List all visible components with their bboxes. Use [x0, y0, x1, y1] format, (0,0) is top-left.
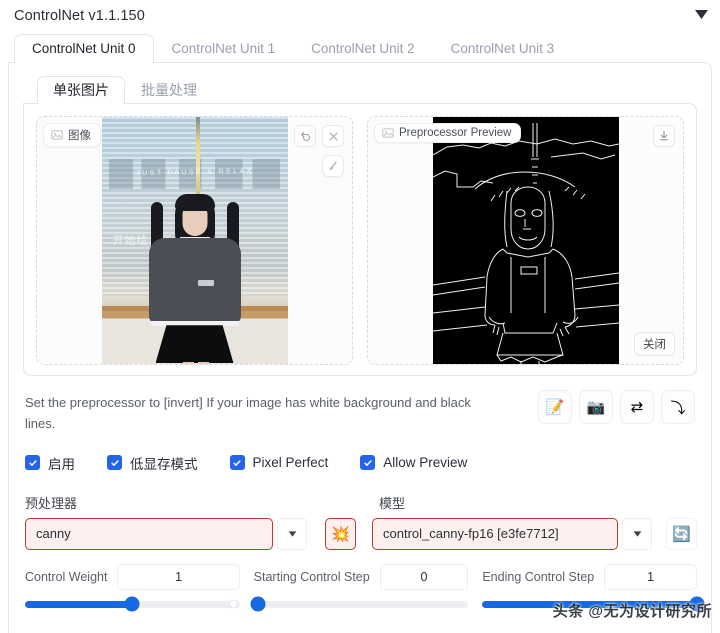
camera-icon[interactable]: 📷 [579, 390, 613, 424]
image-icon [382, 128, 394, 138]
slider-control-weight-track[interactable] [25, 596, 240, 612]
unit-content-card: 单张图片 批量处理 图像 JUST PAUSE & RELAX 开始绘会所 Pr… [8, 62, 712, 633]
preprocessor-dropdown-chevron-down-icon[interactable] [277, 517, 307, 550]
preprocessor-select[interactable]: canny [25, 517, 273, 550]
tab-controlnet-unit-2[interactable]: ControlNet Unit 2 [293, 34, 433, 64]
controlnet-panel: ControlNet v1.1.150 ControlNet Unit 0 Co… [0, 0, 720, 633]
slider-ending-control-step-label: Ending Control Step [482, 569, 595, 584]
brush-icon[interactable] [322, 155, 344, 177]
image-panel: 图像 JUST PAUSE & RELAX 开始绘会所 Preprocessor… [23, 103, 697, 376]
preprocessor-label: 预处理器 [25, 495, 78, 511]
helper-row: Set the preprocessor to [invert] If your… [23, 390, 697, 435]
input-photo: JUST PAUSE & RELAX 开始绘会所 [101, 117, 288, 364]
options-checkbox-row: 启用 低显存模式 Pixel Perfect Allow Preview [23, 453, 697, 473]
explosion-icon[interactable]: 💥 [325, 517, 356, 550]
model-dropdown-chevron-down-icon[interactable] [622, 517, 652, 550]
close-icon[interactable] [322, 125, 344, 147]
tab-single-image[interactable]: 单张图片 [37, 76, 125, 104]
model-select[interactable]: control_canny-fp16 [e3fe7712] [372, 517, 618, 550]
checkbox-pixel-perfect-label: Pixel Perfect [252, 455, 329, 471]
tab-controlnet-unit-0[interactable]: ControlNet Unit 0 [14, 33, 154, 63]
slider-starting-control-step-value[interactable]: 0 [379, 563, 469, 590]
preview-badge: Preprocessor Preview [374, 123, 522, 143]
close-preview-button[interactable]: 关闭 [634, 332, 675, 356]
preview-badge-label: Preprocessor Preview [399, 127, 512, 139]
tab-controlnet-unit-3[interactable]: ControlNet Unit 3 [433, 34, 573, 64]
preprocessor-preview-box[interactable]: Preprocessor Preview 关闭 [367, 116, 684, 365]
slider-starting-control-step-label: Starting Control Step [253, 569, 370, 584]
tab-controlnet-unit-1[interactable]: ControlNet Unit 1 [154, 34, 294, 64]
model-label: 模型 [379, 495, 406, 511]
slider-ending-control-step: Ending Control Step 1 [482, 563, 705, 612]
edit-document-icon[interactable]: 📝 [538, 390, 572, 424]
slider-starting-control-step: Starting Control Step 0 [250, 563, 469, 612]
mode-tab-bar: 单张图片 批量处理 [23, 73, 697, 104]
slider-ending-control-step-track[interactable] [482, 596, 705, 612]
arrow-return-icon[interactable]: ⤵ [661, 390, 695, 424]
check-icon [25, 455, 40, 471]
check-icon [107, 455, 122, 471]
undo-icon[interactable] [294, 125, 316, 147]
checkbox-enable-label: 启用 [48, 456, 75, 472]
refresh-icon[interactable]: 🔄 [666, 517, 697, 550]
checkbox-allow-preview-label: Allow Preview [383, 455, 468, 471]
download-icon[interactable] [653, 125, 675, 147]
page-title: ControlNet v1.1.150 [14, 8, 145, 24]
check-icon [229, 455, 245, 471]
slider-control-weight: Control Weight 1 [25, 563, 240, 612]
checkbox-pixel-perfect[interactable]: Pixel Perfect [229, 455, 329, 471]
selects-section: 预处理器 模型 canny 💥 control_canny-fp16 [e3fe… [23, 493, 697, 550]
input-image-badge-label: 图像 [68, 130, 91, 142]
sliders-section: Control Weight 1 Starting Control Step 0 [23, 563, 705, 612]
checkbox-allow-preview[interactable]: Allow Preview [360, 455, 468, 471]
input-image-dropzone[interactable]: 图像 JUST PAUSE & RELAX 开始绘会所 [36, 116, 353, 365]
tool-strip: 📝 📷 ⇄ ⤵ [538, 390, 695, 424]
panel-header: ControlNet v1.1.150 [0, 0, 720, 28]
checkbox-enable[interactable]: 启用 [25, 453, 75, 473]
swap-arrows-icon[interactable]: ⇄ [620, 390, 654, 424]
input-image-badge: 图像 [43, 123, 101, 147]
slider-ending-control-step-value[interactable]: 1 [604, 563, 698, 590]
canny-edge-preview [432, 117, 619, 364]
preprocessor-hint: Set the preprocessor to [invert] If your… [25, 395, 471, 432]
checkbox-low-vram-label: 低显存模式 [130, 456, 198, 472]
image-icon [51, 130, 63, 140]
unit-tab-bar: ControlNet Unit 0 ControlNet Unit 1 Cont… [0, 31, 720, 63]
slider-starting-control-step-track[interactable] [250, 596, 469, 612]
check-icon [360, 455, 376, 471]
slider-control-weight-value[interactable]: 1 [117, 563, 240, 590]
slider-control-weight-label: Control Weight [25, 569, 108, 584]
chevron-down-icon[interactable] [690, 3, 712, 25]
tab-batch-process[interactable]: 批量处理 [125, 76, 213, 104]
checkbox-low-vram[interactable]: 低显存模式 [107, 453, 198, 473]
